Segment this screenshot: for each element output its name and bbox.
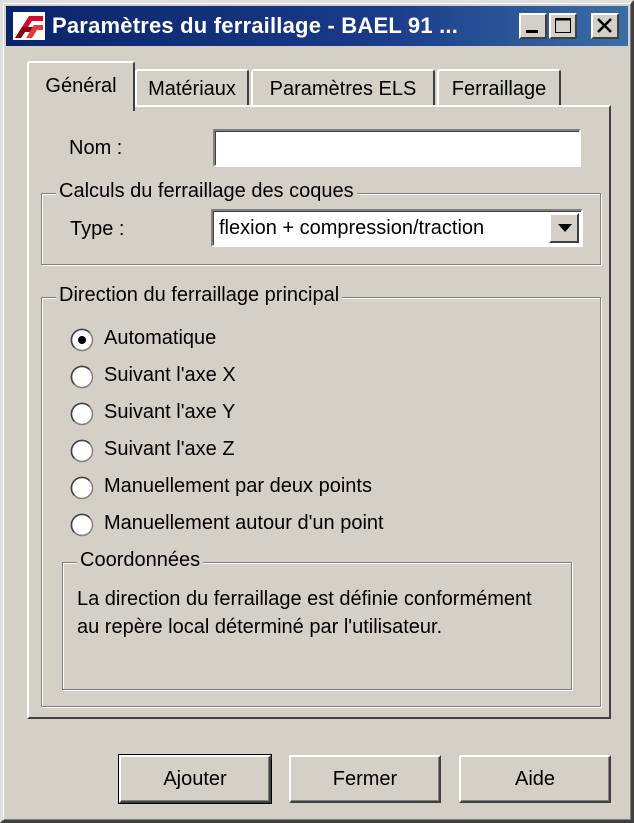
type-dropdown-button[interactable] (549, 213, 579, 243)
radio-label: Automatique (104, 327, 217, 349)
radio-label: Manuellement par deux points (104, 475, 372, 497)
title-bar[interactable]: Paramètres du ferraillage - BAEL 91 ... (6, 6, 628, 46)
radio-unselected-icon (70, 513, 94, 537)
tab-reinforcement[interactable]: Ferraillage (437, 69, 561, 107)
direction-group-title: Direction du ferraillage principal (56, 284, 343, 307)
window-title: Paramètres du ferraillage - BAEL 91 ... (52, 13, 459, 38)
radio-label: Suivant l'axe Z (104, 438, 235, 460)
tab-panel-general: Nom : Calculs du ferraillage des coques … (27, 105, 611, 719)
app-icon (13, 12, 45, 40)
tab-els-parameters[interactable]: Paramètres ELS (251, 69, 435, 107)
name-input[interactable] (213, 129, 581, 167)
radio-label: Manuellement autour d'un point (104, 512, 384, 534)
direction-group: Direction du ferraillage principal Autom… (41, 284, 601, 707)
tab-label: Général (45, 75, 117, 97)
close-icon (597, 18, 612, 33)
minimize-button[interactable] (519, 13, 547, 39)
name-label: Nom : (69, 137, 123, 159)
type-select[interactable]: flexion + compression/traction (211, 209, 583, 247)
radio-unselected-icon (70, 365, 94, 389)
close-window-button[interactable] (591, 13, 619, 39)
radio-unselected-icon (70, 439, 94, 463)
radio-unselected-icon (70, 476, 94, 500)
chevron-down-icon (558, 224, 572, 232)
type-label: Type : (70, 218, 125, 240)
type-select-value: flexion + compression/traction (219, 217, 485, 239)
coordinates-group-title: Coordonnées (77, 549, 204, 572)
close-button[interactable]: Fermer (289, 755, 441, 803)
maximize-icon (555, 18, 571, 33)
coordinates-group: Coordonnées La direction du ferraillage … (62, 549, 572, 690)
radio-label: Suivant l'axe X (104, 364, 236, 386)
radio-label: Suivant l'axe Y (104, 401, 236, 423)
tab-label: Matériaux (148, 78, 236, 100)
tab-label: Ferraillage (451, 78, 547, 100)
maximize-button[interactable] (549, 13, 577, 39)
tab-label: Paramètres ELS (269, 78, 417, 100)
tab-materials[interactable]: Matériaux (135, 69, 249, 107)
coordinates-description: La direction du ferraillage est définie … (77, 588, 532, 638)
dialog-window: Paramètres du ferraillage - BAEL 91 ... … (0, 0, 634, 823)
add-button[interactable]: Ajouter (118, 754, 272, 804)
minimize-icon (526, 30, 538, 33)
tab-general[interactable]: Général (27, 61, 135, 111)
radio-unselected-icon (70, 402, 94, 426)
help-button[interactable]: Aide (459, 755, 611, 803)
radio-selected-icon (70, 328, 94, 352)
shell-calc-group-title: Calculs du ferraillage des coques (56, 180, 357, 203)
